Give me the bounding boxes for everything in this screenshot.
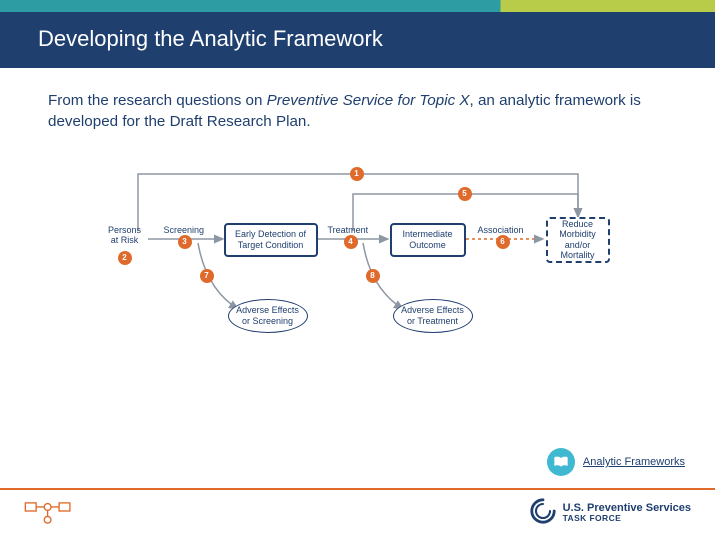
kq-circle-5: 5 [458,187,472,201]
node-adverse-screening: Adverse Effects or Screening [228,299,308,333]
node-adverse-treatment: Adverse Effects or Treatment [393,299,473,333]
node-reduce-morbidity: Reduce Morbidity and/or Mortality [546,217,610,263]
book-icon [547,448,575,476]
label-association: Association [478,225,524,235]
kq-circle-8: 8 [366,269,380,283]
brand-block: U.S. Preventive Services TASK FORCE [529,497,691,528]
analytic-frameworks-link[interactable]: Analytic Frameworks [583,456,685,468]
flowchart-icon [24,497,78,530]
footer-bar: U.S. Preventive Services TASK FORCE [0,488,715,536]
kq-circle-3: 3 [178,235,192,249]
kq-circle-6: 6 [496,235,510,249]
node-early-detection: Early Detection of Target Condition [224,223,318,257]
kq-circle-4: 4 [344,235,358,249]
label-screening: Screening [164,225,205,235]
analytic-framework-diagram: Persons at Risk 2 Screening 3 Early Dete… [88,139,628,349]
body-emphasis: Preventive Service for Topic X [267,92,470,109]
slide-title: Developing the Analytic Framework [0,12,715,68]
resource-link-row: Analytic Frameworks [547,448,685,476]
uspstf-logo-icon [529,497,557,528]
kq-circle-1: 1 [350,167,364,181]
slide-body-text: From the research questions on Preventiv… [0,68,715,133]
kq-circle-2: 2 [118,251,132,265]
label-treatment: Treatment [328,225,369,235]
top-accent-bar [0,0,715,12]
node-intermediate-outcome: Intermediate Outcome [390,223,466,257]
body-prefix: From the research questions on [48,92,267,109]
kq-circle-7: 7 [200,269,214,283]
brand-line-2: TASK FORCE [563,514,691,523]
node-persons-at-risk: Persons at Risk [100,225,150,246]
